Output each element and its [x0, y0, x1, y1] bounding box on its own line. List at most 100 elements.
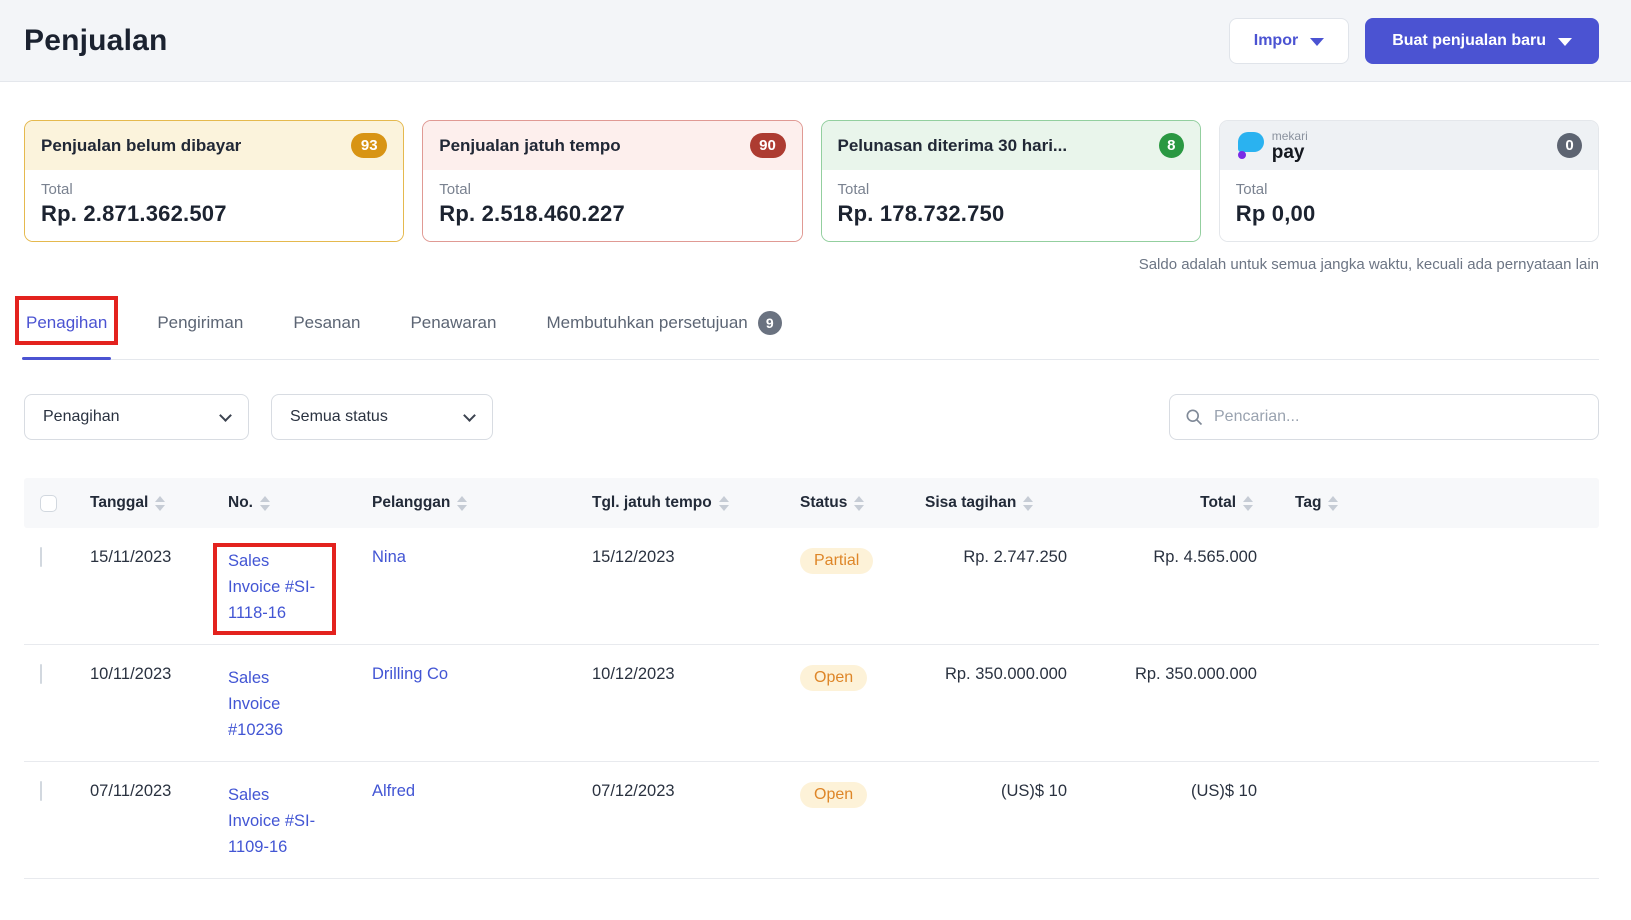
- col-tanggal: Tanggal: [90, 494, 149, 511]
- card-payments-received[interactable]: Pelunasan diterima 30 hari... 8 Total Rp…: [820, 120, 1201, 242]
- chevron-down-icon: [1558, 37, 1572, 46]
- total-label: Total: [837, 181, 870, 198]
- cell-invoice-number: Sales Invoice #10236: [228, 645, 372, 761]
- total-amount: Rp. 2.518.460.227: [439, 201, 625, 226]
- brand-product: pay: [1271, 141, 1305, 163]
- table-header-row: Tanggal No. Pelanggan Tgl. jatuh tempo S…: [24, 478, 1599, 528]
- cell-invoice-number: Sales Invoice #SI-1109-16: [228, 762, 372, 878]
- filter-row: Penagihan Semua status: [24, 394, 1599, 440]
- row-checkbox[interactable]: [40, 664, 42, 684]
- cell-date: 15/11/2023: [90, 548, 172, 566]
- select-all-checkbox[interactable]: [40, 494, 57, 512]
- customer-link[interactable]: Nina: [372, 548, 406, 566]
- card-title: Penjualan jatuh tempo: [439, 135, 621, 155]
- col-tgl-jatuh-tempo: Tgl. jatuh tempo: [592, 494, 712, 511]
- card-body: Total Rp. 178.732.750: [821, 170, 1200, 241]
- tab-label: Membutuhkan persetujuan: [546, 313, 748, 332]
- search-input[interactable]: [1214, 408, 1584, 426]
- sort-icon[interactable]: [1023, 495, 1034, 511]
- tab-penawaran[interactable]: Penawaran: [408, 297, 498, 359]
- cell-total: Rp. 350.000.000: [1134, 665, 1257, 683]
- table-row: 15/11/2023 Sales Invoice #SI-1118-16 Nin…: [24, 528, 1599, 645]
- invoice-link[interactable]: Sales Invoice #10236: [228, 665, 318, 743]
- count-badge: 0: [1557, 133, 1582, 158]
- customer-link[interactable]: Drilling Co: [372, 665, 448, 683]
- cell-status: Open: [800, 762, 925, 826]
- cell-remaining: Rp. 2.747.250: [963, 548, 1067, 566]
- sort-icon[interactable]: [1328, 495, 1339, 511]
- sort-icon[interactable]: [259, 495, 270, 511]
- card-header: mekari pay 0: [1219, 121, 1598, 170]
- tab-label: Penawaran: [410, 313, 497, 332]
- sort-icon[interactable]: [854, 495, 865, 511]
- sort-icon[interactable]: [457, 495, 468, 511]
- cell-total: (US)$ 10: [1190, 782, 1257, 800]
- tab-count-badge: 9: [757, 311, 782, 335]
- table-row: 07/11/2023 Sales Invoice #SI-1109-16 Alf…: [24, 762, 1599, 879]
- card-title: Penjualan belum dibayar: [41, 135, 242, 155]
- search-box[interactable]: [1169, 394, 1599, 440]
- cell-due-date: 07/12/2023: [592, 782, 675, 800]
- card-header: Penjualan belum dibayar 93: [25, 121, 404, 170]
- cell-customer: Nina: [372, 528, 592, 585]
- col-no: No.: [228, 494, 253, 511]
- cell-date: 07/11/2023: [90, 782, 172, 800]
- cell-tag: [1257, 762, 1385, 800]
- table-row: 10/11/2023 Sales Invoice #10236 Drilling…: [24, 645, 1599, 762]
- page-title: Penjualan: [24, 23, 168, 57]
- cell-total: Rp. 4.565.000: [1153, 548, 1257, 566]
- tab-label: Pengiriman: [157, 313, 244, 332]
- total-amount: Rp 0,00: [1235, 201, 1316, 226]
- create-sale-button-label: Buat penjualan baru: [1392, 31, 1546, 49]
- total-amount: Rp. 178.732.750: [837, 201, 1005, 226]
- tab-label: Pesanan: [293, 313, 361, 332]
- row-checkbox[interactable]: [40, 547, 42, 567]
- sort-icon[interactable]: [155, 495, 166, 511]
- status-badge: Open: [800, 665, 868, 691]
- card-body: Total Rp 0,00: [1219, 170, 1598, 241]
- cell-status: Open: [800, 645, 925, 709]
- row-checkbox[interactable]: [40, 781, 42, 801]
- type-filter-value: Penagihan: [43, 408, 120, 425]
- tab-pesanan[interactable]: Pesanan: [291, 297, 362, 359]
- invoice-link[interactable]: Sales Invoice #SI-1118-16: [228, 548, 318, 626]
- import-button[interactable]: Impor: [1228, 17, 1350, 64]
- mekari-pay-logo: mekari pay: [1236, 130, 1308, 162]
- col-status: Status: [800, 494, 848, 511]
- chevron-down-icon: [219, 408, 232, 422]
- cell-tag: [1257, 528, 1385, 566]
- cell-remaining: Rp. 350.000.000: [944, 665, 1067, 683]
- status-filter-dropdown[interactable]: Semua status: [271, 394, 493, 440]
- count-badge: 90: [749, 133, 786, 158]
- card-unpaid-sales[interactable]: Penjualan belum dibayar 93 Total Rp. 2.8…: [24, 120, 405, 242]
- card-header: Penjualan jatuh tempo 90: [423, 121, 802, 170]
- status-filter-value: Semua status: [290, 408, 388, 425]
- tab-penagihan[interactable]: Penagihan: [15, 296, 119, 360]
- invoices-table: Tanggal No. Pelanggan Tgl. jatuh tempo S…: [24, 478, 1599, 879]
- status-badge: Partial: [800, 548, 874, 574]
- sort-icon[interactable]: [718, 495, 729, 511]
- status-badge: Open: [800, 782, 868, 808]
- sort-icon[interactable]: [1243, 495, 1253, 511]
- total-label: Total: [439, 181, 471, 198]
- card-mekari-pay[interactable]: mekari pay 0 Total Rp 0,00: [1218, 120, 1599, 242]
- customer-link[interactable]: Alfred: [372, 782, 415, 800]
- invoice-link[interactable]: Sales Invoice #SI-1109-16: [228, 782, 318, 860]
- tab-pengiriman[interactable]: Pengiriman: [155, 297, 245, 359]
- tab-bar: Penagihan Pengiriman Pesanan Penawaran M…: [15, 296, 1599, 360]
- brand-name: mekari: [1271, 128, 1308, 143]
- card-body: Total Rp. 2.871.362.507: [25, 170, 404, 241]
- create-sale-button[interactable]: Buat penjualan baru: [1365, 17, 1599, 64]
- type-filter-dropdown[interactable]: Penagihan: [24, 394, 249, 440]
- card-overdue-sales[interactable]: Penjualan jatuh tempo 90 Total Rp. 2.518…: [422, 120, 803, 242]
- cell-due-date: 10/12/2023: [592, 665, 675, 683]
- col-pelanggan: Pelanggan: [372, 494, 451, 511]
- cell-tag: [1257, 645, 1385, 683]
- card-header: Pelunasan diterima 30 hari... 8: [821, 121, 1200, 170]
- search-icon: [1186, 409, 1203, 426]
- total-amount: Rp. 2.871.362.507: [41, 201, 227, 226]
- import-button-label: Impor: [1253, 31, 1299, 49]
- tab-membutuhkan-persetujuan[interactable]: Membutuhkan persetujuan 9: [544, 297, 783, 359]
- cell-due-date: 15/12/2023: [592, 548, 675, 566]
- count-badge: 8: [1158, 133, 1184, 158]
